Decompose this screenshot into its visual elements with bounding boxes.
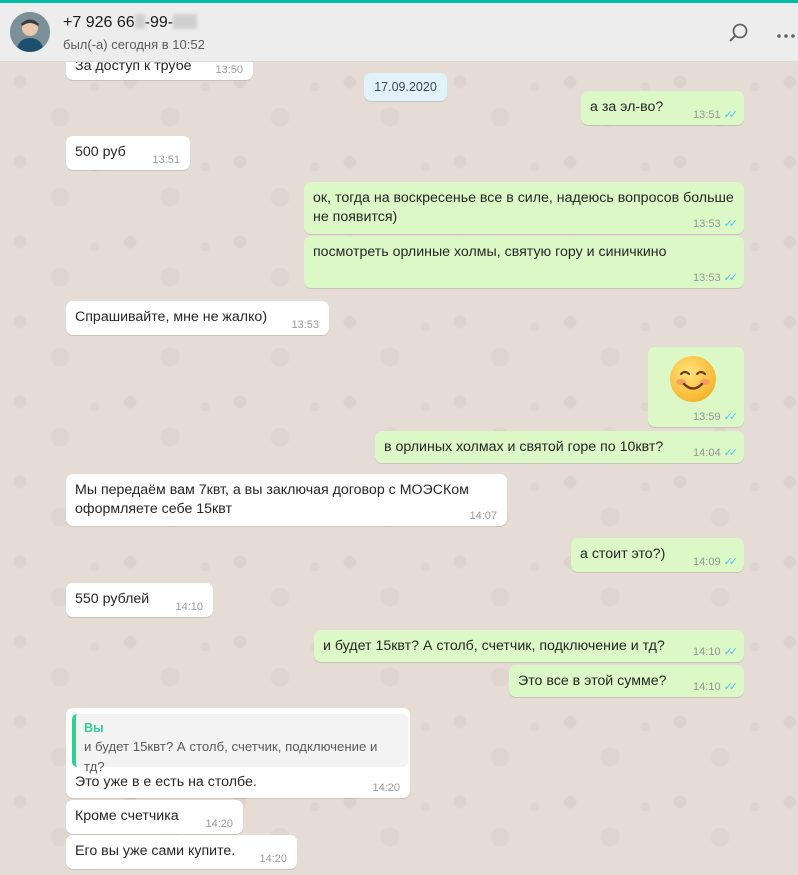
message-time: 14:04	[693, 447, 721, 459]
message-incoming[interactable]: Его вы уже сами купите. 14:20	[66, 835, 297, 869]
message-incoming[interactable]: 500 руб 13:51	[66, 136, 190, 170]
search-icon[interactable]	[728, 22, 750, 48]
message-outgoing[interactable]: а за эл-во? 13:51 ✓✓	[581, 91, 744, 125]
message-time: 13:53	[693, 272, 721, 284]
message-outgoing[interactable]: ок, тогда на воскресенье все в силе, над…	[304, 182, 744, 234]
message-time: 14:20	[205, 818, 233, 830]
message-incoming-reply[interactable]: Вы и будет 15квт? А столб, счетчик, подк…	[66, 708, 410, 798]
message-text: 500 руб	[75, 144, 126, 160]
message-outgoing-emoji[interactable]: 13:59 ✓✓	[648, 347, 744, 427]
read-receipt-icon: ✓✓	[723, 556, 739, 568]
quote-author: Вы	[84, 721, 104, 735]
message-text: а за эл-во?	[590, 99, 664, 115]
message-time: 14:07	[469, 510, 497, 522]
message-time: 13:59	[693, 411, 721, 423]
message-time: 14:10	[693, 681, 721, 693]
message-outgoing[interactable]: а стоит это?) 14:09 ✓✓	[571, 538, 744, 572]
read-receipt-icon: ✓✓	[723, 272, 739, 284]
message-text: Спрашивайте, мне не жалко)	[75, 309, 268, 325]
contact-name[interactable]: +7 926 66 -99-	[63, 14, 198, 32]
smiling-face-emoji	[670, 356, 716, 402]
message-outgoing[interactable]: посмотреть орлиные холмы, святую гору и …	[304, 236, 744, 288]
chat-header: +7 926 66 -99- был(-а) сегодня в 10:52	[0, 3, 798, 62]
more-options-icon[interactable]	[776, 27, 796, 43]
person-icon	[10, 12, 50, 52]
message-outgoing[interactable]: и будет 15квт? А столб, счетчик, подключ…	[314, 630, 744, 662]
message-time: 13:53	[693, 218, 721, 230]
date-separator: 17.09.2020	[364, 73, 447, 101]
read-receipt-icon: ✓✓	[723, 447, 739, 459]
message-text: Это все в этой сумме?	[518, 673, 667, 689]
message-time: 13:50	[215, 64, 243, 76]
read-receipt-icon: ✓✓	[723, 411, 739, 423]
message-incoming[interactable]: За доступ к трубе 13:50	[66, 62, 253, 80]
message-time: 13:53	[291, 319, 319, 331]
message-text: а стоит это?)	[580, 546, 666, 562]
redacted-digits	[134, 14, 145, 29]
message-text: 550 рублей	[75, 591, 150, 607]
message-time: 14:09	[693, 556, 721, 568]
message-incoming[interactable]: Кроме счетчика 14:20	[66, 800, 243, 834]
message-text: посмотреть орлиные холмы, святую гору и …	[313, 244, 667, 260]
message-text: Мы передаём вам 7квт, а вы заключая дого…	[75, 482, 469, 517]
message-text: Его вы уже сами купите.	[75, 843, 236, 859]
message-time: 13:51	[152, 154, 180, 166]
message-time: 14:10	[175, 601, 203, 613]
message-time: 13:51	[693, 109, 721, 121]
message-text: в орлиных холмах и святой горе по 10квт?	[384, 439, 664, 455]
message-outgoing[interactable]: в орлиных холмах и святой горе по 10квт?…	[375, 431, 744, 463]
message-incoming[interactable]: Мы передаём вам 7квт, а вы заключая дого…	[66, 474, 507, 526]
message-incoming[interactable]: Спрашивайте, мне не жалко) 13:53	[66, 301, 329, 335]
quote-text: и будет 15квт? А столб, счетчик, подключ…	[84, 739, 378, 774]
message-list[interactable]: За доступ к трубе 13:50 17.09.2020 а за …	[0, 62, 798, 875]
message-text: ок, тогда на воскресенье все в силе, над…	[313, 190, 734, 225]
contact-avatar[interactable]	[10, 12, 50, 52]
contact-last-seen: был(-а) сегодня в 10:52	[63, 37, 205, 52]
quoted-message[interactable]: Вы и будет 15квт? А столб, счетчик, подк…	[72, 714, 408, 774]
message-time: 14:20	[372, 782, 400, 794]
message-text: За доступ к трубе	[75, 62, 192, 74]
read-receipt-icon: ✓✓	[723, 218, 739, 230]
message-text: Кроме счетчика	[75, 808, 179, 824]
read-receipt-icon: ✓✓	[723, 646, 739, 658]
message-time: 14:20	[259, 853, 287, 865]
read-receipt-icon: ✓✓	[723, 109, 739, 121]
message-incoming[interactable]: 550 рублей 14:10	[66, 583, 213, 617]
read-receipt-icon: ✓✓	[723, 681, 739, 693]
message-text: и будет 15квт? А столб, счетчик, подключ…	[323, 638, 665, 654]
message-time: 14:10	[693, 646, 721, 658]
message-outgoing[interactable]: Это все в этой сумме? 14:10 ✓✓	[509, 665, 744, 697]
redacted-digits	[173, 14, 198, 29]
